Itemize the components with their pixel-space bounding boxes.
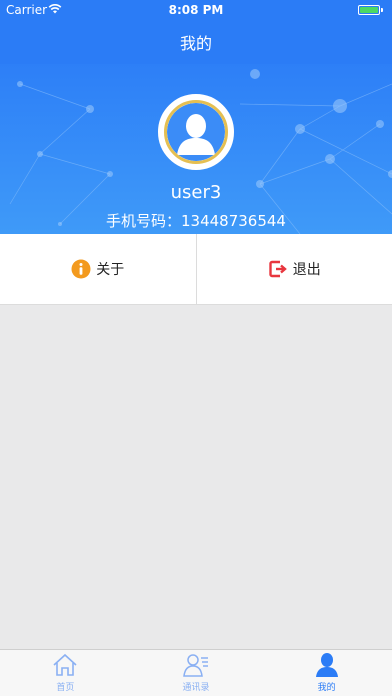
about-button[interactable]: 关于 [0,234,196,304]
username: user3 [170,182,222,203]
tab-mine-label: 我的 [317,683,336,693]
user-icon [315,653,338,677]
tab-home-label: 首页 [56,683,75,693]
logout-icon [269,260,287,278]
home-icon [53,653,77,676]
tab-bar: 首页 通讯录 我的 [0,649,392,696]
tab-contacts-label: 通讯录 [182,683,210,693]
clock: 8:08 PM [168,3,224,17]
user-avatar-icon [167,103,225,161]
battery-icon [358,5,383,15]
action-row: 关于 退出 [0,234,392,305]
about-label: 关于 [96,262,125,278]
logout-label: 退出 [292,262,321,278]
info-icon [71,259,91,279]
logout-button[interactable]: 退出 [195,234,392,304]
tab-home[interactable]: 首页 [0,650,131,696]
tab-mine[interactable]: 我的 [261,650,392,696]
status-bar: Carrier 8:08 PM [0,0,392,20]
phone-number: 手机号码：13448736544 [106,212,286,230]
profile-header: user3 手机号码：13448736544 [0,64,392,234]
tab-contacts[interactable]: 通讯录 [131,650,262,696]
nav-bar: 我的 [0,20,392,64]
avatar[interactable] [158,94,234,170]
contacts-icon [183,654,208,677]
page-title: 我的 [179,34,212,53]
